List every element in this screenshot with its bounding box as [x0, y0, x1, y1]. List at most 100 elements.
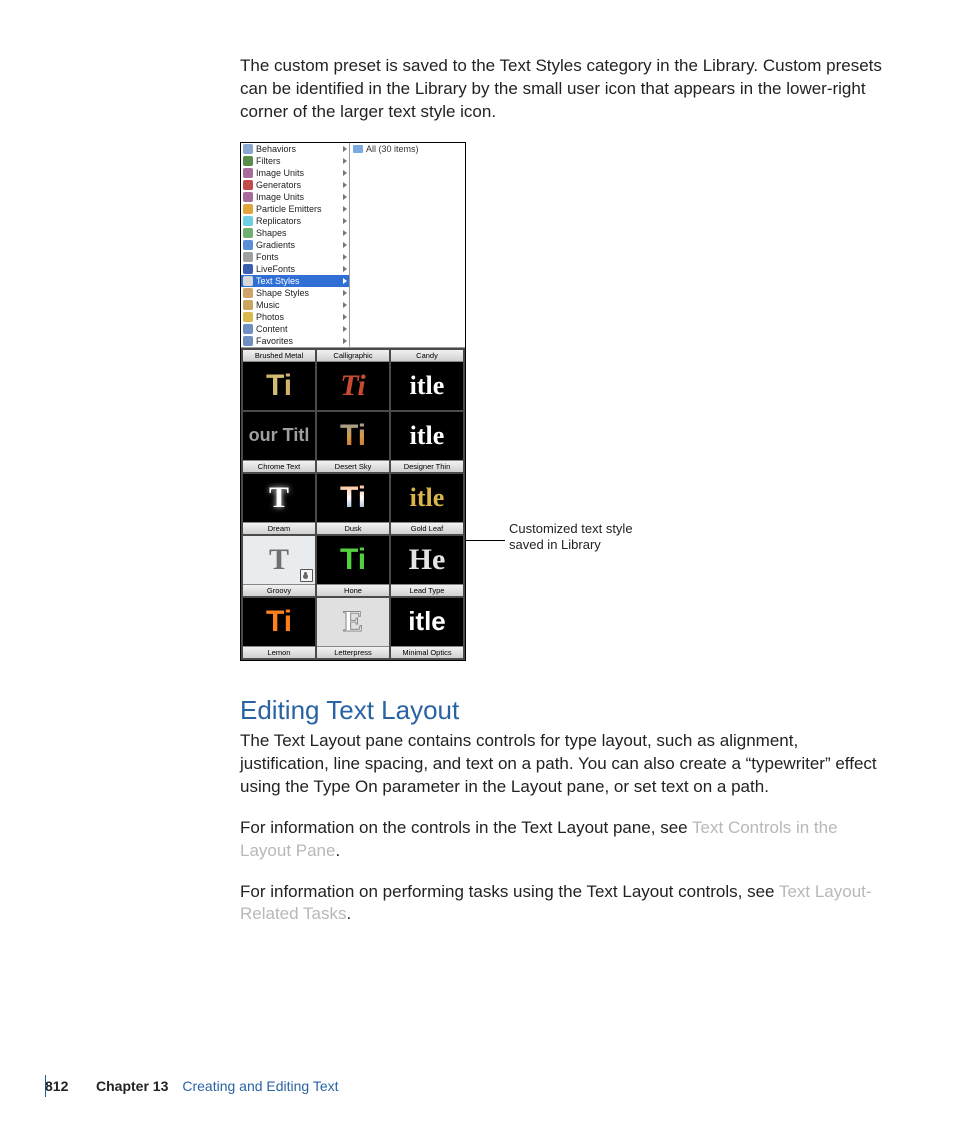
library-thumbnail[interactable]: ELetterpress [317, 598, 389, 658]
library-thumbnail[interactable]: Brushed MetalTi [243, 350, 315, 410]
thumbnail-preview: itle [391, 598, 463, 646]
category-icon [243, 288, 253, 298]
thumbnail-caption: Groovy [243, 584, 315, 596]
thumbnail-preview: itle [391, 412, 463, 460]
paragraph-see-tasks: For information on performing tasks usin… [240, 881, 889, 927]
thumbnail-caption: Dream [243, 522, 315, 534]
thumbnail-caption: Gold Leaf [391, 522, 463, 534]
library-category-list: BehaviorsFiltersImage UnitsGeneratorsIma… [241, 143, 350, 347]
library-category-item[interactable]: Text Styles [241, 275, 349, 287]
category-label: Favorites [256, 336, 293, 346]
chevron-right-icon [343, 194, 347, 200]
library-category-item[interactable]: Gradients [241, 239, 349, 251]
category-icon [243, 180, 253, 190]
library-thumbnail[interactable]: Candyitle [391, 350, 463, 410]
folder-icon [353, 145, 363, 153]
library-thumbnail[interactable]: HeLead Type [391, 536, 463, 596]
library-category-item[interactable]: Image Units [241, 167, 349, 179]
figure-library: BehaviorsFiltersImage UnitsGeneratorsIma… [240, 142, 889, 661]
text-prefix-2: For information on performing tasks usin… [240, 882, 779, 901]
library-thumbnail[interactable]: itleMinimal Optics [391, 598, 463, 658]
paragraph-layout-desc: The Text Layout pane contains controls f… [240, 730, 889, 799]
category-label: LiveFonts [256, 264, 295, 274]
library-category-item[interactable]: Shape Styles [241, 287, 349, 299]
text-prefix-1: For information on the controls in the T… [240, 818, 692, 837]
chevron-right-icon [343, 266, 347, 272]
chevron-right-icon [343, 230, 347, 236]
chevron-right-icon [343, 206, 347, 212]
library-thumbnail[interactable]: TGroovy [243, 536, 315, 596]
category-icon [243, 252, 253, 262]
library-thumbnail[interactable]: TDream [243, 474, 315, 534]
thumbnail-caption: Candy [391, 350, 463, 362]
heading-editing-text-layout: Editing Text Layout [240, 695, 889, 726]
paragraph-see-controls: For information on the controls in the T… [240, 817, 889, 863]
footer-chapter: Chapter 13 [96, 1078, 168, 1094]
chevron-right-icon [343, 254, 347, 260]
chevron-right-icon [343, 242, 347, 248]
thumbnail-preview: Ti [317, 362, 389, 410]
category-label: Gradients [256, 240, 295, 250]
category-label: Replicators [256, 216, 301, 226]
library-right-pane: All (30 items) [350, 143, 465, 347]
thumbnail-preview: E [317, 598, 389, 646]
footer-chapter-title: Creating and Editing Text [182, 1078, 338, 1094]
library-category-item[interactable]: Music [241, 299, 349, 311]
chevron-right-icon [343, 170, 347, 176]
library-category-item[interactable]: Generators [241, 179, 349, 191]
library-thumbnail[interactable]: CalligraphicTi [317, 350, 389, 410]
library-category-item[interactable]: Image Units [241, 191, 349, 203]
chevron-right-icon [343, 146, 347, 152]
category-label: Particle Emitters [256, 204, 322, 214]
callout: Customized text style saved in Library [465, 527, 633, 554]
text-suffix-2: . [346, 904, 351, 923]
category-label: Image Units [256, 192, 304, 202]
library-thumbnail[interactable]: TiDusk [317, 474, 389, 534]
library-thumbnail[interactable]: TiHone [317, 536, 389, 596]
library-category-item[interactable]: Filters [241, 155, 349, 167]
library-category-item[interactable]: Fonts [241, 251, 349, 263]
thumbnail-caption: Letterpress [317, 646, 389, 658]
category-icon [243, 204, 253, 214]
library-category-item[interactable]: Particle Emitters [241, 203, 349, 215]
library-category-item[interactable]: Shapes [241, 227, 349, 239]
category-icon [243, 300, 253, 310]
category-icon [243, 144, 253, 154]
category-icon [243, 156, 253, 166]
category-icon [243, 336, 253, 346]
category-label: Text Styles [256, 276, 300, 286]
category-icon [243, 264, 253, 274]
library-category-item[interactable]: Favorites [241, 335, 349, 347]
page-number: 812 [45, 1078, 68, 1094]
thumbnail-preview: our Titl [243, 412, 315, 460]
thumbnail-preview: T [243, 536, 315, 584]
library-thumbnail[interactable]: our TitlChrome Text [243, 412, 315, 472]
category-icon [243, 240, 253, 250]
chevron-right-icon [343, 158, 347, 164]
callout-line1: Customized text style [509, 521, 633, 537]
chevron-right-icon [343, 302, 347, 308]
library-category-item[interactable]: Replicators [241, 215, 349, 227]
thumbnail-caption: Brushed Metal [243, 350, 315, 362]
library-thumbnail[interactable]: itleGold Leaf [391, 474, 463, 534]
library-category-item[interactable]: LiveFonts [241, 263, 349, 275]
thumbnail-caption: Minimal Optics [391, 646, 463, 658]
library-category-item[interactable]: Photos [241, 311, 349, 323]
category-label: Music [256, 300, 280, 310]
category-icon [243, 276, 253, 286]
library-thumbnail[interactable]: TiLemon [243, 598, 315, 658]
thumbnail-preview: Ti [317, 474, 389, 522]
chevron-right-icon [343, 314, 347, 320]
library-category-item[interactable]: Behaviors [241, 143, 349, 155]
library-thumbnail[interactable]: itleDesigner Thin [391, 412, 463, 472]
thumbnail-preview: itle [391, 474, 463, 522]
thumbnail-caption: Dusk [317, 522, 389, 534]
library-category-item[interactable]: Content [241, 323, 349, 335]
category-label: Fonts [256, 252, 279, 262]
category-label: Image Units [256, 168, 304, 178]
thumbnail-preview: itle [391, 362, 463, 410]
library-thumbnail[interactable]: TiDesert Sky [317, 412, 389, 472]
user-icon [300, 569, 313, 582]
thumbnail-preview: Ti [317, 412, 389, 460]
category-label: Shapes [256, 228, 287, 238]
